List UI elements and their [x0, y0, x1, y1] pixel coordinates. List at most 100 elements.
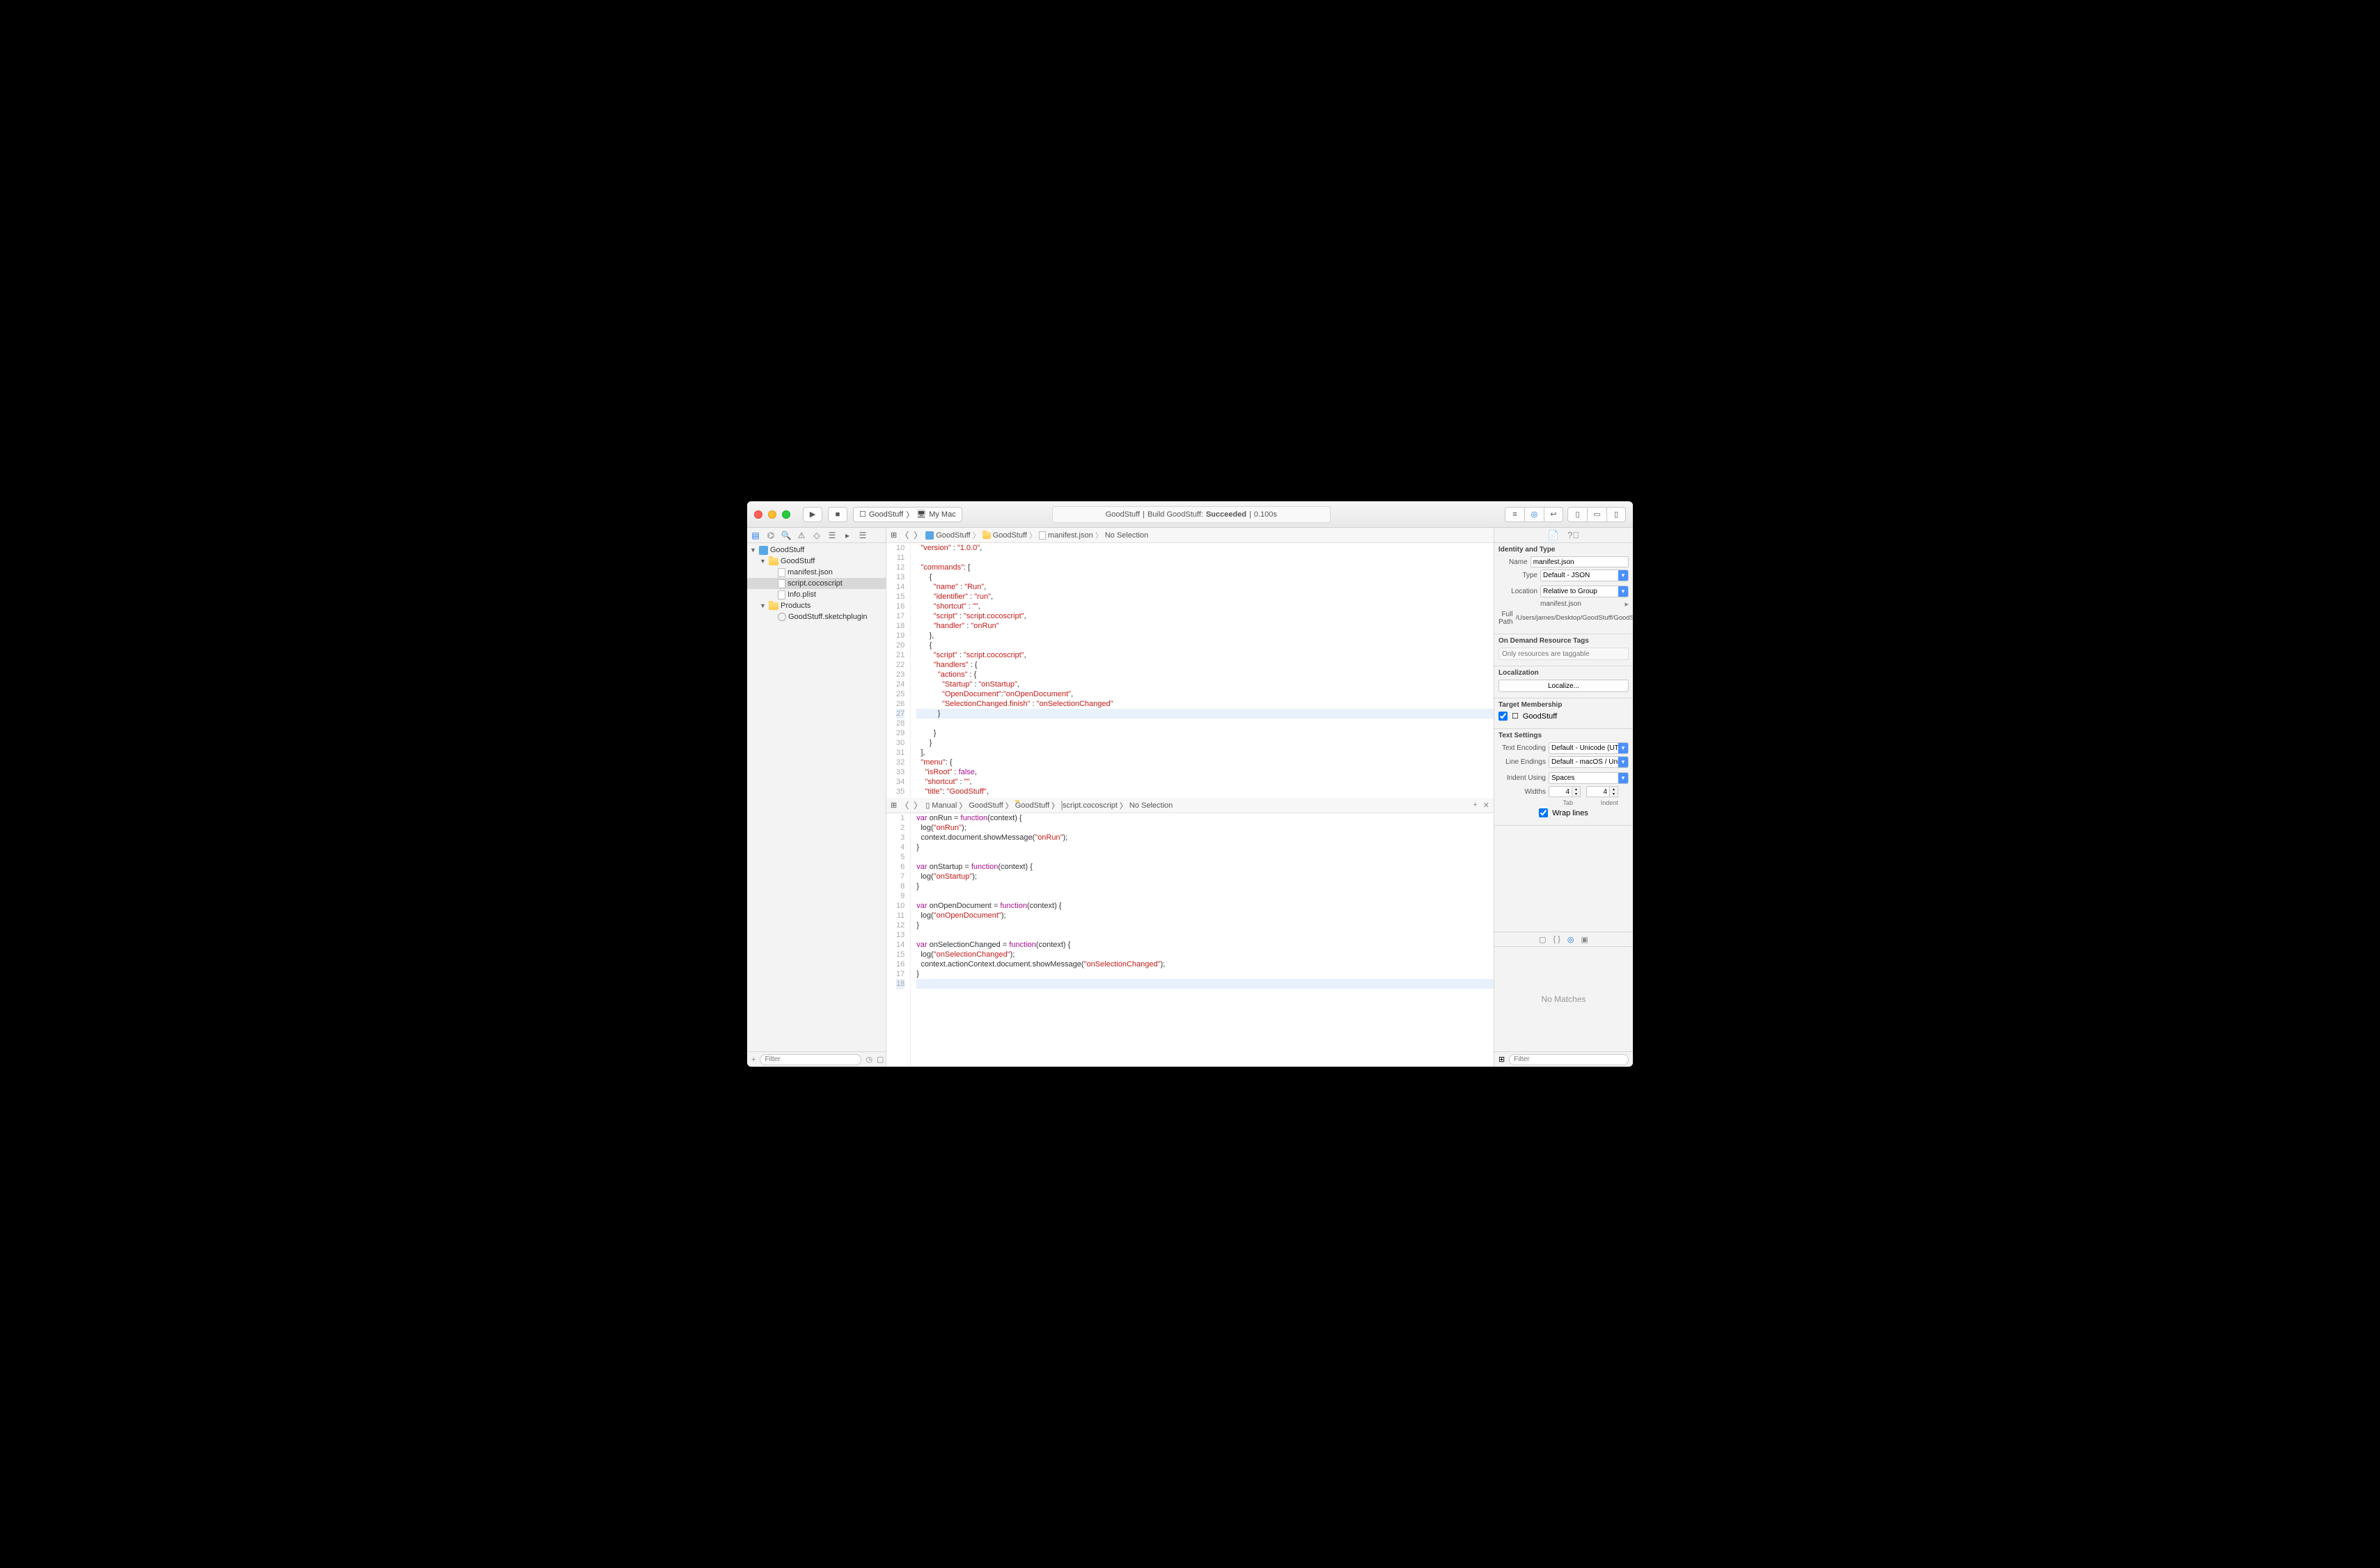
scm-filter-icon[interactable]: ▢	[877, 1055, 884, 1064]
related-items-icon[interactable]: ⊞	[891, 801, 897, 810]
toggle-debug-button[interactable]: ▭	[1587, 507, 1606, 522]
debug-navigator-tab[interactable]: ☰	[827, 530, 838, 541]
tree-label: manifest.json	[788, 568, 833, 577]
localize-button[interactable]: Localize...	[1498, 680, 1629, 692]
related-items-icon[interactable]: ⊞	[891, 531, 897, 540]
name-field[interactable]	[1530, 556, 1629, 567]
tree-file-manifest[interactable]: manifest.json	[747, 567, 886, 578]
stop-button[interactable]: ■	[828, 507, 847, 522]
forward-button[interactable]: 〉	[912, 800, 923, 811]
tree-file-script[interactable]: script.cocoscript	[747, 578, 886, 589]
folder-chooser-icon[interactable]: ▸	[1624, 599, 1629, 609]
assistant-editor[interactable]: 123456789101112131415161718 var onRun = …	[886, 813, 1494, 1067]
toggle-inspector-button[interactable]: ▯	[1606, 507, 1626, 522]
tree-project-root[interactable]: ▼GoodStuff	[747, 544, 886, 556]
no-matches-label: No Matches	[1541, 994, 1586, 1004]
scheme-selector[interactable]: ☐ GoodStuff 〉 🖥 My Mac	[853, 507, 962, 522]
inspector-tabs: 📄 ?⃝	[1494, 528, 1633, 543]
assistant-mode[interactable]: Manual	[932, 801, 957, 810]
project-tree[interactable]: ▼GoodStuff ▼GoodStuff manifest.json scri…	[747, 543, 886, 1051]
section-header: Target Membership	[1498, 701, 1629, 709]
indent-width-stepper[interactable]: ▴▾	[1586, 786, 1621, 797]
quick-help-tab[interactable]: ?⃝	[1567, 530, 1579, 540]
find-navigator-tab[interactable]: 🔍	[781, 530, 792, 541]
indent-width-input[interactable]	[1586, 786, 1610, 797]
tab-width-input[interactable]	[1549, 786, 1572, 797]
jump-bar-primary[interactable]: ⊞ 〈 〉 GoodStuff〉 GoodStuff〉 manifest.jso…	[886, 528, 1494, 543]
crumb-label[interactable]: manifest.json	[1048, 531, 1093, 540]
version-editor-button[interactable]: ↩	[1544, 507, 1563, 522]
line-endings-label: Line Endings	[1498, 758, 1546, 766]
project-navigator-tab[interactable]: ▤	[750, 530, 761, 541]
zoom-button[interactable]	[782, 510, 790, 519]
section-header: Text Settings	[1498, 732, 1629, 739]
crumb-label[interactable]: No Selection	[1129, 801, 1173, 810]
issue-navigator-tab[interactable]: ⚠	[796, 530, 807, 541]
tree-label: GoodStuff	[770, 546, 804, 554]
add-assistant-button[interactable]: +	[1473, 801, 1477, 810]
toggle-navigator-button[interactable]: ▯	[1567, 507, 1587, 522]
file-template-tab[interactable]: ▢	[1539, 935, 1546, 944]
widths-label: Widths	[1498, 788, 1546, 796]
back-button[interactable]: 〈	[899, 530, 910, 541]
app-icon: ☐	[1512, 712, 1519, 721]
indent-using-select[interactable]: Spaces	[1549, 772, 1629, 784]
assistant-editor-button[interactable]: ◎	[1524, 507, 1544, 522]
file-inspector-tab[interactable]: 📄	[1548, 530, 1559, 541]
line-endings-select[interactable]: Default - macOS / Unix (LF)	[1549, 756, 1629, 768]
tree-label: GoodStuff	[781, 557, 815, 565]
crumb-label[interactable]: GoodStuff	[993, 531, 1027, 540]
primary-editor[interactable]: 1011121314151617181920212223242526272829…	[886, 543, 1494, 798]
indent-sublabel: Indent	[1590, 799, 1629, 806]
tree-group[interactable]: ▼GoodStuff	[747, 556, 886, 567]
crumb-label[interactable]: GoodStuff	[936, 531, 970, 540]
run-button[interactable]: ▶	[803, 507, 822, 522]
fullpath-label: Full Path	[1498, 611, 1513, 626]
jump-bar-assistant[interactable]: ⊞ 〈 〉 ▯ Manual〉 GoodStuff〉 GoodStuff〉 sc…	[886, 798, 1494, 813]
test-navigator-tab[interactable]: ◇	[811, 530, 822, 541]
encoding-select[interactable]: Default - Unicode (UTF-8)	[1549, 742, 1629, 754]
navigator-filter-input[interactable]	[760, 1054, 861, 1065]
recent-filter-icon[interactable]: ◷	[866, 1055, 872, 1064]
project-icon	[759, 546, 768, 555]
target-checkbox[interactable]	[1498, 712, 1508, 721]
add-button[interactable]: +	[751, 1056, 756, 1064]
file-icon	[778, 579, 785, 588]
tree-label: Info.plist	[788, 590, 816, 599]
object-library-tab[interactable]: ◎	[1567, 935, 1574, 944]
project-icon	[925, 531, 934, 540]
status-result: Succeeded	[1206, 510, 1246, 519]
location-select[interactable]: Relative to Group	[1540, 586, 1629, 597]
tree-group-products[interactable]: ▼Products	[747, 600, 886, 611]
crumb-label[interactable]: script.cocoscript	[1063, 801, 1118, 810]
assistant-mode-icon[interactable]: ▯	[925, 801, 930, 810]
minimize-button[interactable]	[768, 510, 776, 519]
name-label: Name	[1498, 558, 1528, 566]
standard-editor-button[interactable]: ≡	[1505, 507, 1524, 522]
tree-product[interactable]: GoodStuff.sketchplugin	[747, 611, 886, 622]
crumb-label[interactable]: No Selection	[1105, 531, 1148, 540]
back-button[interactable]: 〈	[899, 800, 910, 811]
forward-button[interactable]: 〉	[912, 530, 923, 541]
odr-field	[1498, 648, 1629, 660]
code-snippet-tab[interactable]: { }	[1553, 935, 1560, 943]
grid-view-icon[interactable]: ⊞	[1498, 1055, 1505, 1064]
close-assistant-button[interactable]: ✕	[1483, 801, 1489, 810]
chevron-right-icon: 〉	[906, 509, 914, 520]
tab-width-stepper[interactable]: ▴▾	[1549, 786, 1583, 797]
type-select[interactable]: Default - JSON	[1540, 570, 1629, 581]
code-content[interactable]: "version" : "1.0.0", "commands": [ { "na…	[911, 543, 1494, 798]
crumb-label[interactable]: GoodStuff	[969, 801, 1003, 810]
crumb-label[interactable]: GoodStuff	[1015, 801, 1049, 810]
breakpoint-navigator-tab[interactable]: ▸	[842, 530, 853, 541]
status-sep: |	[1249, 510, 1251, 519]
symbol-navigator-tab[interactable]: ⌬	[765, 530, 776, 541]
status-text: Build GoodStuff:	[1148, 510, 1203, 519]
wrap-lines-checkbox[interactable]	[1539, 808, 1548, 817]
tree-file-plist[interactable]: Info.plist	[747, 589, 886, 600]
library-filter-input[interactable]	[1509, 1054, 1629, 1065]
media-library-tab[interactable]: ▣	[1581, 935, 1588, 944]
code-content[interactable]: var onRun = function(context) { log("onR…	[911, 813, 1494, 1067]
report-navigator-tab[interactable]: ☰	[857, 530, 868, 541]
close-button[interactable]	[754, 510, 762, 519]
